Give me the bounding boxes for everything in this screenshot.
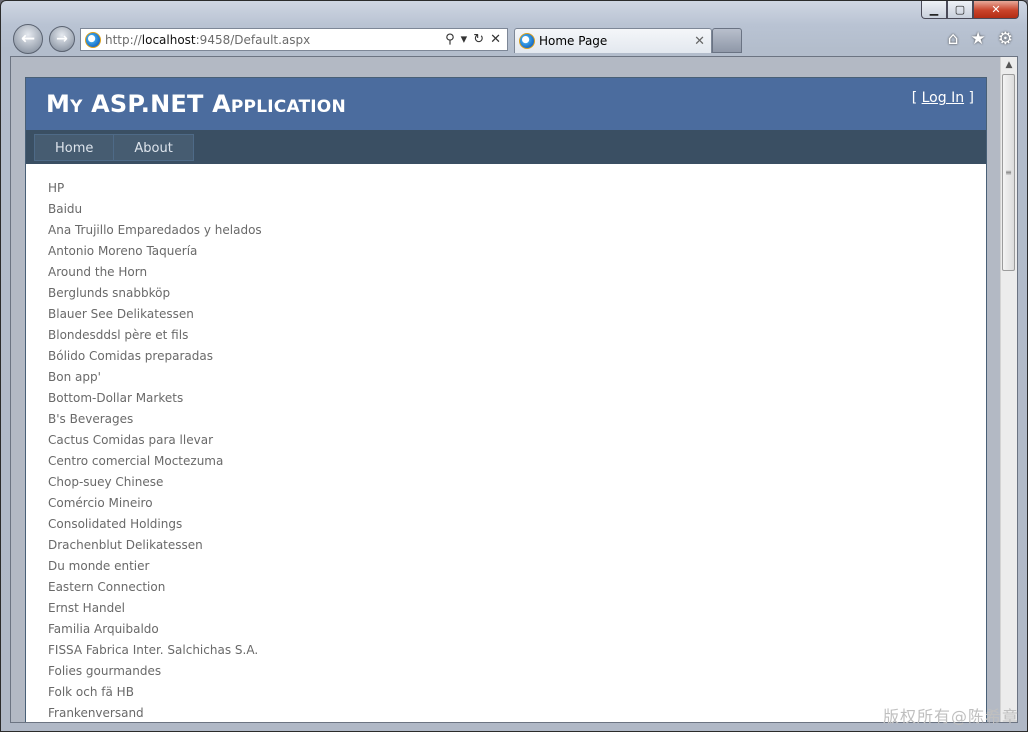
url-path: :9458/Default.aspx xyxy=(195,32,311,47)
list-item: Folk och fä HB xyxy=(48,685,134,699)
back-button[interactable]: ← xyxy=(13,24,43,54)
scrollbar-thumb[interactable]: ≡ xyxy=(1002,74,1015,271)
tab-close-icon[interactable]: ✕ xyxy=(694,34,705,49)
list-item: Antonio Moreno Taquería xyxy=(48,244,198,258)
list-item: Folies gourmandes xyxy=(48,664,162,678)
web-page: My ASP.NET Application [ Log In ] Home A… xyxy=(25,77,987,722)
customer-list: HP Baidu Ana Trujillo Emparedados y hela… xyxy=(48,178,964,722)
scroll-up-icon[interactable]: ▲ xyxy=(1001,57,1017,74)
url-scheme: http:// xyxy=(105,32,142,47)
tab-title: Home Page xyxy=(539,34,608,48)
list-item: Bólido Comidas preparadas xyxy=(48,349,213,363)
menu-item-about[interactable]: About xyxy=(113,134,194,161)
list-item: Ernst Handel xyxy=(48,601,125,615)
app-title: My ASP.NET Application xyxy=(46,90,346,118)
login-link[interactable]: Log In xyxy=(922,90,964,106)
list-item: Berglunds snabbköp xyxy=(48,286,171,300)
list-item: HP xyxy=(48,181,65,195)
minimize-button[interactable]: ▁ xyxy=(921,1,947,19)
nav-menu-bar: Home About xyxy=(26,130,986,164)
gear-icon[interactable]: ⚙ xyxy=(998,29,1013,49)
search-icon[interactable]: ⚲ xyxy=(445,32,455,47)
maximize-button[interactable]: ▢ xyxy=(947,1,973,19)
list-item: Du monde entier xyxy=(48,559,150,573)
tab-home-page[interactable]: Home Page ✕ xyxy=(514,28,712,53)
home-icon[interactable]: ⌂ xyxy=(948,29,959,49)
list-item: Cactus Comidas para llevar xyxy=(48,433,213,447)
vertical-scrollbar[interactable]: ▲ ≡ xyxy=(1000,57,1017,722)
list-item: Bottom-Dollar Markets xyxy=(48,391,184,405)
forward-button[interactable]: → xyxy=(49,26,75,52)
tab-ie-icon xyxy=(519,33,535,49)
list-item: Comércio Mineiro xyxy=(48,496,153,510)
arrow-right-icon: → xyxy=(56,31,68,47)
address-url[interactable]: http://localhost:9458/Default.aspx xyxy=(105,33,310,47)
watermark: 版权所有@陈希章 xyxy=(882,707,1019,726)
login-bracket-close: ] xyxy=(964,90,974,106)
list-item: Consolidated Holdings xyxy=(48,517,183,531)
new-tab-button[interactable] xyxy=(712,28,742,53)
stop-icon[interactable]: ✕ xyxy=(490,32,501,47)
address-tools: ⚲ ▾ ↻ ✕ xyxy=(445,32,507,47)
dropdown-arrow-icon[interactable]: ▾ xyxy=(461,32,468,47)
favorites-star-icon[interactable]: ★ xyxy=(971,29,986,49)
list-item: FISSA Fabrica Inter. Salchichas S.A. xyxy=(48,643,259,657)
login-bracket-open: [ xyxy=(911,90,922,106)
window-controls: ▁ ▢ ✕ xyxy=(921,1,1019,19)
list-item: Baidu xyxy=(48,202,83,216)
list-item: Familia Arquibaldo xyxy=(48,622,159,636)
address-bar[interactable]: http://localhost:9458/Default.aspx ⚲ ▾ ↻… xyxy=(80,28,508,51)
list-item: Bon app' xyxy=(48,370,101,384)
refresh-icon[interactable]: ↻ xyxy=(473,32,484,47)
main-content: HP Baidu Ana Trujillo Emparedados y hela… xyxy=(26,164,986,722)
list-item: Frankenversand xyxy=(48,706,144,720)
login-display: [ Log In ] xyxy=(912,90,974,106)
ie-page-icon xyxy=(85,31,101,48)
list-item: Blondesddsl père et fils xyxy=(48,328,189,342)
list-item: Chop-suey Chinese xyxy=(48,475,164,489)
list-item: Eastern Connection xyxy=(48,580,166,594)
url-host: localhost xyxy=(141,32,196,47)
nav-menu: Home About xyxy=(34,134,194,161)
arrow-left-icon: ← xyxy=(20,29,36,49)
site-header: My ASP.NET Application [ Log In ] xyxy=(26,78,986,130)
page-viewport: My ASP.NET Application [ Log In ] Home A… xyxy=(10,56,1018,723)
list-item: Around the Horn xyxy=(48,265,148,279)
browser-window: ▁ ▢ ✕ ← → http://localhost:9458/Default.… xyxy=(0,0,1028,732)
command-icons: ⌂ ★ ⚙ xyxy=(948,29,1013,49)
menu-item-home[interactable]: Home xyxy=(34,134,115,161)
list-item: Ana Trujillo Emparedados y helados xyxy=(48,223,262,237)
list-item: B's Beverages xyxy=(48,412,134,426)
list-item: Centro comercial Moctezuma xyxy=(48,454,224,468)
close-window-button[interactable]: ✕ xyxy=(973,1,1019,19)
list-item: Blauer See Delikatessen xyxy=(48,307,194,321)
list-item: Drachenblut Delikatessen xyxy=(48,538,203,552)
